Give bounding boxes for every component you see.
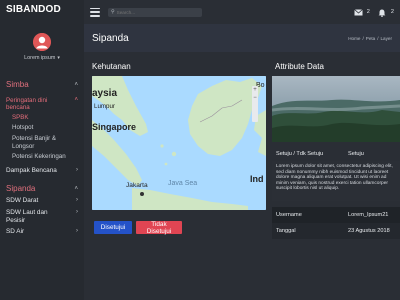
sidebar-menu: Simba ˄ Peringatan dini bencana ˄ SPBK H…	[0, 80, 84, 236]
menu-section-simba-label: Simba	[6, 80, 29, 89]
table-row: Username Lorem_Ipsum21	[272, 207, 400, 223]
search-box: ⚲	[108, 7, 202, 17]
chevron-right-icon: ›	[76, 228, 78, 235]
mail-count: 2	[366, 9, 370, 15]
avatar[interactable]	[33, 33, 51, 51]
profile-name: Lorem ipsum	[24, 55, 56, 61]
attribute-title: Attribute Data	[275, 62, 324, 71]
menu-section-simba[interactable]: Simba ˄	[6, 80, 84, 89]
map-label-jakarta: Jakarta	[126, 182, 148, 189]
sidebar: SIBANDOD Lorem ipsum ▾ Simba ˄ Peringata…	[0, 0, 84, 300]
chevron-right-icon: ›	[76, 166, 78, 173]
topbar-actions: 2 2	[353, 8, 394, 17]
search-icon[interactable]: ⚲	[111, 9, 115, 15]
hamburger-menu-icon[interactable]	[90, 7, 100, 17]
attribute-key-tanggal: Tanggal	[276, 228, 296, 234]
reject-button[interactable]: Tidak Disetujui	[136, 221, 182, 235]
app-title: SIBANDOD	[0, 0, 84, 24]
map-label-singapore: Singapore	[92, 122, 137, 132]
mail-icon[interactable]	[353, 8, 363, 16]
attribute-value-username: Lorem_Ipsum21	[348, 212, 389, 218]
attribute-table-header: Setuju / Tdk Setuju Setuju	[272, 147, 400, 161]
map-label-malaysia: aysia	[92, 88, 118, 99]
menu-section-sipanda-label: Sipanda	[6, 184, 36, 194]
profile: Lorem ipsum ▾	[0, 24, 84, 80]
sidebar-item-dampak-bencana-label: Dampak Bencana	[6, 166, 57, 174]
sidebar-item-sdw-laut-label: SDW Laut dan Pesisir	[6, 208, 48, 224]
sidebar-item-sd-air[interactable]: SD Air ›	[6, 228, 84, 236]
sidebar-item-potensi-banjir[interactable]: Potensi Banjir & Longsor	[6, 135, 70, 150]
sidebar-item-sdw-darat-label: SDW Darat	[6, 197, 39, 205]
attribute-table: Setuju / Tdk Setuju Setuju Lorem ipsum d…	[272, 147, 400, 239]
attribute-panel: Attribute Data	[275, 62, 400, 71]
zoom-in-icon[interactable]: +	[252, 86, 258, 94]
sidebar-item-spbk[interactable]: SPBK	[6, 114, 84, 122]
chevron-up-icon: ˄	[74, 97, 78, 103]
bell-icon[interactable]	[378, 9, 387, 17]
search-input[interactable]	[116, 9, 197, 15]
action-buttons: Disetujui Tidak Disetujui	[94, 221, 182, 235]
sidebar-item-sdw-laut[interactable]: SDW Laut dan Pesisir ›	[6, 209, 84, 224]
attribute-description: Lorem ipsum dolor sit amet, consectetur …	[272, 161, 400, 201]
map-label-indonesia: Ind	[250, 174, 264, 184]
sidebar-item-potensi-kekeringan[interactable]: Potensi Kekeringan	[6, 153, 84, 161]
chevron-up-icon: ˄	[74, 185, 78, 192]
sidebar-item-sd-air-label: SD Air	[6, 228, 25, 236]
sidebar-item-hotspot[interactable]: Hotspot	[6, 124, 84, 132]
breadcrumb-separator: /	[362, 35, 364, 41]
map-label-java-sea: Java Sea	[168, 180, 198, 187]
page-header: Sipanda Home / Peta / Layer	[84, 24, 400, 52]
map-label-lumpur: Lumpur	[94, 103, 115, 110]
forest-photo	[272, 76, 400, 142]
table-row: Tanggal 23 Agustus 2018	[272, 223, 400, 239]
attribute-value-tanggal: 23 Agustus 2018	[348, 228, 390, 234]
map-marker	[140, 192, 144, 196]
attribute-header-value: Setuju	[348, 151, 364, 157]
menu-section-sipanda[interactable]: Sipanda ˄	[6, 184, 84, 193]
sidebar-item-sdw-darat[interactable]: SDW Darat ›	[6, 197, 84, 205]
topbar: ⚲ 2 2	[84, 0, 400, 24]
breadcrumb: Home / Peta / Layer	[348, 36, 392, 41]
breadcrumb-layer: Layer	[380, 35, 393, 41]
map-zoom-controls: + −	[252, 86, 258, 122]
attribute-header-key: Setuju / Tdk Setuju	[276, 151, 324, 157]
chevron-right-icon: ›	[76, 197, 78, 204]
menu-group-peringatan[interactable]: Peringatan dini bencana ˄	[6, 97, 84, 112]
page-title: Sipanda	[92, 32, 129, 44]
kehutanan-panel: Kehutanan	[92, 62, 266, 71]
profile-name-toggle[interactable]: Lorem ipsum ▾	[24, 55, 60, 61]
attribute-key-username: Username	[276, 212, 302, 218]
sidebar-item-dampak-bencana[interactable]: Dampak Bencana ›	[6, 167, 84, 175]
bell-count: 2	[390, 9, 394, 15]
caret-down-icon: ▾	[57, 55, 60, 61]
breadcrumb-separator: /	[377, 35, 379, 41]
map-view[interactable]: aysia Lumpur Singapore Bo Jakarta Java S…	[92, 76, 266, 210]
zoom-out-icon[interactable]: −	[252, 94, 258, 102]
chevron-up-icon: ˄	[74, 81, 78, 88]
forest-image	[272, 76, 400, 142]
menu-group-peringatan-label: Peringatan dini bencana	[6, 97, 48, 112]
breadcrumb-home[interactable]: Home	[348, 36, 360, 41]
user-icon	[33, 33, 51, 51]
approve-button[interactable]: Disetujui	[94, 221, 132, 234]
map-canvas	[92, 76, 266, 210]
chevron-right-icon: ›	[76, 208, 78, 215]
breadcrumb-peta[interactable]: Peta	[366, 36, 375, 41]
kehutanan-title: Kehutanan	[92, 62, 131, 71]
